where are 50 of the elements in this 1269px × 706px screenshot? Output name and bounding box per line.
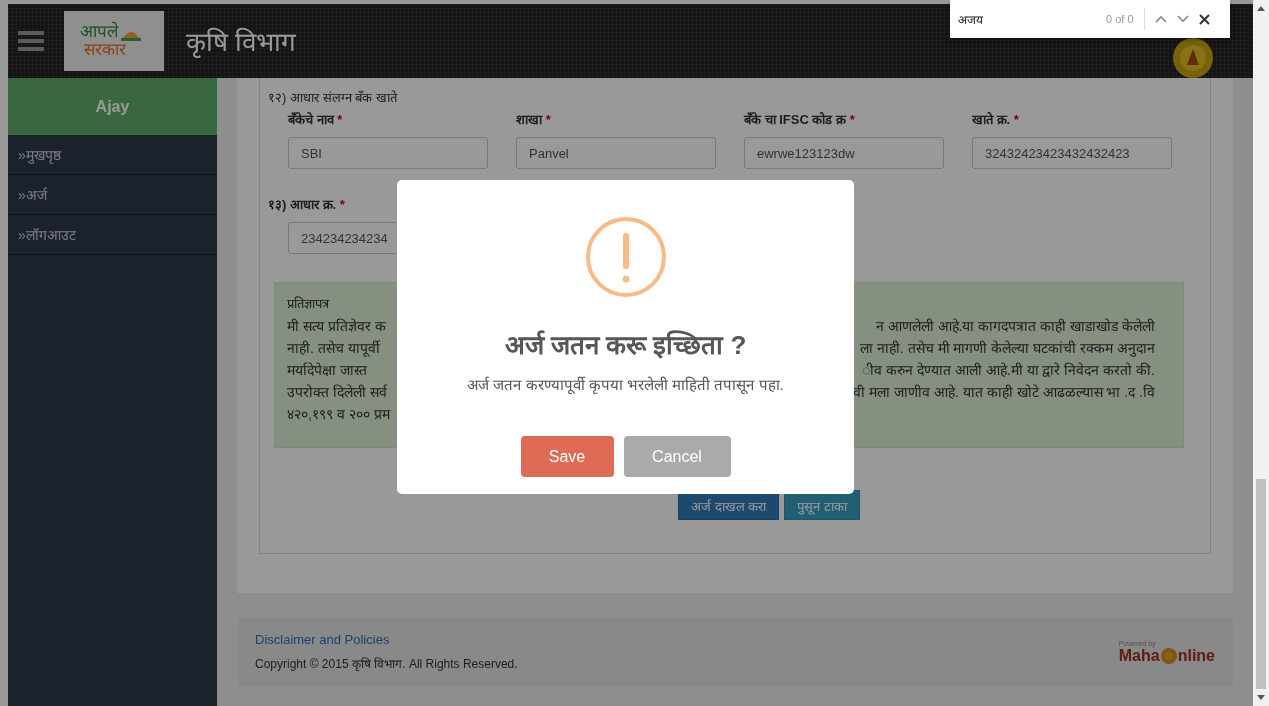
scroll-thumb[interactable] [1256, 479, 1266, 689]
warning-icon [584, 216, 667, 298]
disclaimer-link[interactable]: Disclaimer and Policies [255, 632, 518, 647]
field-label: बँके चा IFSC कोड क्र [744, 112, 847, 127]
match-count: 0 of 0 [1106, 13, 1134, 25]
dialog-button[interactable]: Cancel [623, 436, 731, 477]
declaration-text: ीव करुन देण्यात आली आहे.मी या द्वारे निवेदन करतो की. [862, 361, 1155, 380]
down-chevron-icon[interactable] [1176, 15, 1189, 23]
declaration-title: प्रतिज्ञापत्र [287, 295, 331, 313]
required-mark: * [849, 112, 855, 127]
scroll-up-icon[interactable] [1257, 6, 1265, 11]
input-field[interactable]: ewrwe123123dw [744, 137, 944, 169]
dialog-title: अर्ज जतन करू इच्छिता ? [504, 329, 747, 362]
logo[interactable]: आपले सरकार [64, 11, 164, 71]
required-mark: * [1013, 112, 1019, 127]
logo-text: nline [1177, 646, 1215, 665]
input-field[interactable]: 32432423423432432423 [972, 137, 1172, 169]
emblem-icon [1170, 37, 1216, 79]
input-field[interactable]: Panvel [516, 137, 716, 169]
site-title: कृषि विभाग [186, 26, 298, 59]
declaration-text: उपरोक्त दिलेली सर्व [287, 383, 387, 402]
scrollbar[interactable] [1253, 0, 1269, 706]
dialog-button[interactable]: Save [520, 436, 614, 477]
required-mark: * [545, 112, 551, 127]
logo-text: सरकार [83, 41, 127, 59]
declaration-text: ४२०,१९९ व २०० प्रम [287, 405, 390, 424]
required-mark: * [339, 197, 345, 212]
declaration-text: न आणलेली आहे.या कागदपत्रात काही खाडाखोड केलेली [875, 317, 1155, 336]
input-field[interactable]: SBI [288, 137, 488, 169]
field-label: १३) आधार क्र. [268, 197, 337, 212]
logo-text: आपले [80, 23, 119, 41]
field-label: खाते क्र. [972, 112, 1011, 127]
scroll-down-icon[interactable] [1257, 695, 1265, 700]
logo-text: Maha [1118, 646, 1160, 665]
declaration-text: ला नाही. तसेच मी मागणी केलेल्या घटकांची रक्कम अनुदान [860, 339, 1155, 359]
up-chevron-icon[interactable] [1154, 15, 1167, 23]
required-mark: * [337, 112, 343, 127]
menu-icon[interactable] [18, 31, 44, 51]
field-label: बँकेचे नाव [288, 112, 334, 127]
declaration-text: मर्यादेपेक्षा जास्त [287, 361, 367, 380]
dialog-message: अर्ज जतन करण्यापूर्वी कृपया भरलेली माहिती तपासून पहा. [467, 375, 784, 394]
close-icon[interactable] [1198, 13, 1210, 25]
declaration-text: वी मला जाणीव आहे. यात काही खोटे आढळल्यास भा .द .वि [853, 383, 1155, 402]
emblem-icon [1159, 646, 1178, 665]
copyright-text: Copyright © 2015 कृषि विभाग. All Rights Reserved. [255, 656, 518, 672]
declaration-text: मी सत्य प्रतिज्ञेवर क [287, 317, 386, 336]
field-label: शाखा [516, 112, 542, 127]
section-label: १२) आधार संलग्न बँक खाते [268, 89, 399, 106]
user-name: Ajay [8, 78, 217, 135]
declaration-text: नाही. तसेच यापूर्वी [287, 339, 380, 359]
